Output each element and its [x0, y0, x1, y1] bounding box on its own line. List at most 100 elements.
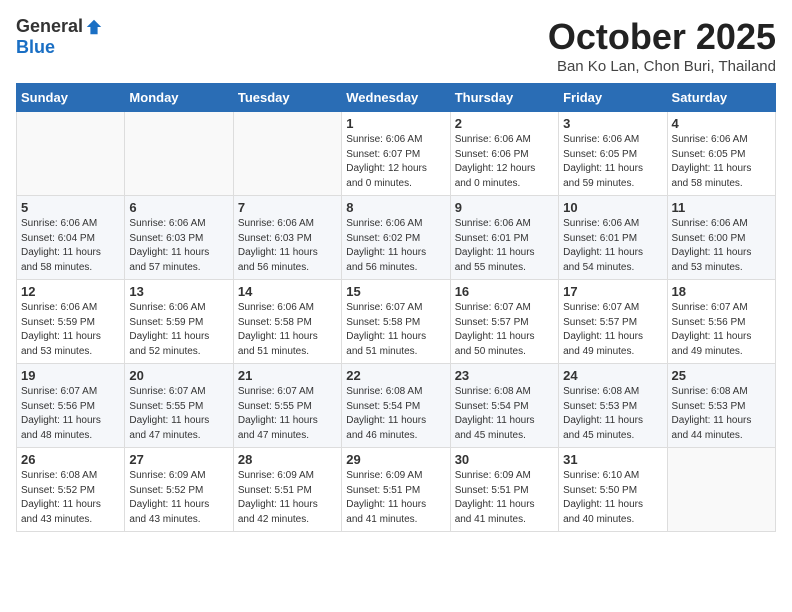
day-number: 8 — [346, 200, 445, 215]
day-info: Sunrise: 6:06 AM Sunset: 6:00 PM Dayligh… — [672, 217, 771, 275]
day-number: 30 — [455, 452, 554, 467]
calendar-cell: 5 Sunrise: 6:06 AM Sunset: 6:04 PM Daylig… — [17, 196, 125, 280]
day-info: Sunrise: 6:09 AM Sunset: 5:51 PM Dayligh… — [455, 469, 554, 527]
weekday-header-row: SundayMondayTuesdayWednesdayThursdayFrid… — [17, 84, 776, 112]
day-info: Sunrise: 6:07 AM Sunset: 5:55 PM Dayligh… — [238, 385, 337, 443]
day-number: 9 — [455, 200, 554, 215]
calendar-cell: 19 Sunrise: 6:07 AM Sunset: 5:56 PM Dayli… — [17, 364, 125, 448]
calendar-week-4: 19 Sunrise: 6:07 AM Sunset: 5:56 PM Dayli… — [17, 364, 776, 448]
day-info: Sunrise: 6:06 AM Sunset: 5:58 PM Dayligh… — [238, 301, 337, 359]
day-info: Sunrise: 6:09 AM Sunset: 5:52 PM Dayligh… — [129, 469, 228, 527]
day-info: Sunrise: 6:06 AM Sunset: 6:01 PM Dayligh… — [563, 217, 662, 275]
weekday-header-thursday: Thursday — [450, 84, 558, 112]
calendar-cell: 25 Sunrise: 6:08 AM Sunset: 5:53 PM Dayli… — [667, 364, 775, 448]
day-number: 27 — [129, 452, 228, 467]
calendar-cell: 4 Sunrise: 6:06 AM Sunset: 6:05 PM Daylig… — [667, 112, 775, 196]
day-info: Sunrise: 6:09 AM Sunset: 5:51 PM Dayligh… — [238, 469, 337, 527]
calendar-cell — [233, 112, 341, 196]
calendar-table: SundayMondayTuesdayWednesdayThursdayFrid… — [16, 83, 776, 532]
day-info: Sunrise: 6:10 AM Sunset: 5:50 PM Dayligh… — [563, 469, 662, 527]
weekday-header-friday: Friday — [559, 84, 667, 112]
day-info: Sunrise: 6:07 AM Sunset: 5:56 PM Dayligh… — [21, 385, 120, 443]
month-title: October 2025 — [548, 16, 776, 58]
location-text: Ban Ko Lan, Chon Buri, Thailand — [548, 58, 776, 75]
day-number: 13 — [129, 284, 228, 299]
day-info: Sunrise: 6:08 AM Sunset: 5:52 PM Dayligh… — [21, 469, 120, 527]
day-info: Sunrise: 6:06 AM Sunset: 6:04 PM Dayligh… — [21, 217, 120, 275]
title-section: October 2025 Ban Ko Lan, Chon Buri, Thai… — [548, 16, 776, 75]
day-number: 5 — [21, 200, 120, 215]
day-number: 17 — [563, 284, 662, 299]
day-number: 6 — [129, 200, 228, 215]
calendar-cell: 29Sunrise: 6:09 AM Sunset: 5:51 PM Dayli… — [342, 448, 450, 532]
day-info: Sunrise: 6:08 AM Sunset: 5:54 PM Dayligh… — [346, 385, 445, 443]
day-info: Sunrise: 6:07 AM Sunset: 5:56 PM Dayligh… — [672, 301, 771, 359]
day-number: 21 — [238, 368, 337, 383]
day-info: Sunrise: 6:07 AM Sunset: 5:58 PM Dayligh… — [346, 301, 445, 359]
day-number: 19 — [21, 368, 120, 383]
calendar-cell: 20 Sunrise: 6:07 AM Sunset: 5:55 PM Dayli… — [125, 364, 233, 448]
calendar-cell — [125, 112, 233, 196]
calendar-cell: 23 Sunrise: 6:08 AM Sunset: 5:54 PM Dayli… — [450, 364, 558, 448]
calendar-cell: 14 Sunrise: 6:06 AM Sunset: 5:58 PM Dayli… — [233, 280, 341, 364]
day-number: 4 — [672, 116, 771, 131]
day-number: 3 — [563, 116, 662, 131]
calendar-cell: 7Sunrise: 6:06 AM Sunset: 6:03 PM Daylig… — [233, 196, 341, 280]
calendar-cell: 31 Sunrise: 6:10 AM Sunset: 5:50 PM Dayli… — [559, 448, 667, 532]
calendar-cell: 9 Sunrise: 6:06 AM Sunset: 6:01 PM Daylig… — [450, 196, 558, 280]
day-number: 18 — [672, 284, 771, 299]
calendar-cell: 13 Sunrise: 6:06 AM Sunset: 5:59 PM Dayli… — [125, 280, 233, 364]
calendar-week-2: 5 Sunrise: 6:06 AM Sunset: 6:04 PM Daylig… — [17, 196, 776, 280]
calendar-cell: 28 Sunrise: 6:09 AM Sunset: 5:51 PM Dayli… — [233, 448, 341, 532]
day-info: Sunrise: 6:06 AM Sunset: 6:06 PM Dayligh… — [455, 133, 554, 191]
day-info: Sunrise: 6:07 AM Sunset: 5:57 PM Dayligh… — [563, 301, 662, 359]
day-info: Sunrise: 6:07 AM Sunset: 5:55 PM Dayligh… — [129, 385, 228, 443]
weekday-header-wednesday: Wednesday — [342, 84, 450, 112]
day-number: 23 — [455, 368, 554, 383]
day-number: 7 — [238, 200, 337, 215]
day-info: Sunrise: 6:06 AM Sunset: 5:59 PM Dayligh… — [21, 301, 120, 359]
day-info: Sunrise: 6:06 AM Sunset: 6:05 PM Dayligh… — [563, 133, 662, 191]
day-number: 14 — [238, 284, 337, 299]
logo-general-text: General — [16, 16, 83, 37]
calendar-cell: 17 Sunrise: 6:07 AM Sunset: 5:57 PM Dayli… — [559, 280, 667, 364]
weekday-header-saturday: Saturday — [667, 84, 775, 112]
day-number: 24 — [563, 368, 662, 383]
calendar-cell: 1Sunrise: 6:06 AM Sunset: 6:07 PM Daylig… — [342, 112, 450, 196]
day-number: 10 — [563, 200, 662, 215]
day-info: Sunrise: 6:08 AM Sunset: 5:53 PM Dayligh… — [672, 385, 771, 443]
calendar-cell: 16Sunrise: 6:07 AM Sunset: 5:57 PM Dayli… — [450, 280, 558, 364]
calendar-week-1: 1Sunrise: 6:06 AM Sunset: 6:07 PM Daylig… — [17, 112, 776, 196]
day-number: 31 — [563, 452, 662, 467]
logo-icon — [85, 18, 103, 36]
day-info: Sunrise: 6:08 AM Sunset: 5:54 PM Dayligh… — [455, 385, 554, 443]
day-info: Sunrise: 6:06 AM Sunset: 6:01 PM Dayligh… — [455, 217, 554, 275]
day-number: 29 — [346, 452, 445, 467]
calendar-cell: 30 Sunrise: 6:09 AM Sunset: 5:51 PM Dayli… — [450, 448, 558, 532]
calendar-cell: 10 Sunrise: 6:06 AM Sunset: 6:01 PM Dayli… — [559, 196, 667, 280]
calendar-cell: 21 Sunrise: 6:07 AM Sunset: 5:55 PM Dayli… — [233, 364, 341, 448]
calendar-cell: 8 Sunrise: 6:06 AM Sunset: 6:02 PM Daylig… — [342, 196, 450, 280]
calendar-cell: 6Sunrise: 6:06 AM Sunset: 6:03 PM Daylig… — [125, 196, 233, 280]
day-number: 1 — [346, 116, 445, 131]
calendar-cell: 24 Sunrise: 6:08 AM Sunset: 5:53 PM Dayli… — [559, 364, 667, 448]
day-number: 28 — [238, 452, 337, 467]
calendar-week-5: 26Sunrise: 6:08 AM Sunset: 5:52 PM Dayli… — [17, 448, 776, 532]
day-number: 22 — [346, 368, 445, 383]
day-info: Sunrise: 6:06 AM Sunset: 5:59 PM Dayligh… — [129, 301, 228, 359]
calendar-cell: 18 Sunrise: 6:07 AM Sunset: 5:56 PM Dayli… — [667, 280, 775, 364]
day-number: 2 — [455, 116, 554, 131]
day-info: Sunrise: 6:07 AM Sunset: 5:57 PM Dayligh… — [455, 301, 554, 359]
weekday-header-tuesday: Tuesday — [233, 84, 341, 112]
day-number: 25 — [672, 368, 771, 383]
day-info: Sunrise: 6:06 AM Sunset: 6:05 PM Dayligh… — [672, 133, 771, 191]
day-info: Sunrise: 6:08 AM Sunset: 5:53 PM Dayligh… — [563, 385, 662, 443]
calendar-cell: 15 Sunrise: 6:07 AM Sunset: 5:58 PM Dayli… — [342, 280, 450, 364]
calendar-cell: 11Sunrise: 6:06 AM Sunset: 6:00 PM Dayli… — [667, 196, 775, 280]
calendar-cell: 27 Sunrise: 6:09 AM Sunset: 5:52 PM Dayli… — [125, 448, 233, 532]
calendar-week-3: 12Sunrise: 6:06 AM Sunset: 5:59 PM Dayli… — [17, 280, 776, 364]
day-info: Sunrise: 6:06 AM Sunset: 6:02 PM Dayligh… — [346, 217, 445, 275]
day-number: 20 — [129, 368, 228, 383]
weekday-header-monday: Monday — [125, 84, 233, 112]
day-number: 15 — [346, 284, 445, 299]
